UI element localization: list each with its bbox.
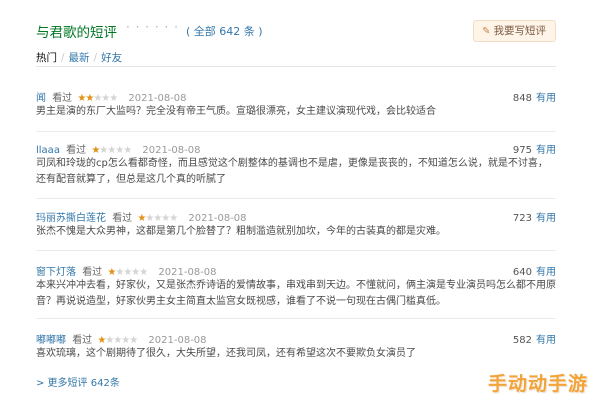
tab-latest[interactable]: 最新 — [69, 52, 90, 64]
useful-button[interactable]: 有用 — [536, 213, 556, 224]
comment-divider — [36, 318, 556, 319]
watched-status: 看过 — [112, 213, 133, 224]
vote-area: 848 有用 — [513, 89, 556, 104]
tabs-underline — [36, 66, 556, 67]
vote-area: 582 有用 — [513, 331, 556, 346]
comment-item: 玛丽苏撕白莲花 看过 ★★★★★ 2021-08-08 723 有用 张杰不愧是大… — [36, 209, 556, 240]
vote-count: 848 — [512, 93, 532, 104]
comment-time: 2021-08-08 — [142, 145, 201, 156]
watermark-logo: 手动动手游 — [487, 373, 588, 395]
comment-text: 张杰不愧是大众男神，这都是第几个脸替了？粗制滥造就别加坎，今年的古装真的都是灾难… — [36, 226, 446, 237]
star-empty-icon: ★ — [109, 93, 118, 104]
total-comments-link[interactable]: ( 全部 642 条 ) — [186, 23, 263, 39]
vote-area: 975 有用 — [513, 141, 556, 156]
tab-friends[interactable]: 好友 — [101, 52, 122, 64]
star-empty-icon: ★ — [139, 267, 148, 278]
comment-item: llaaa 看过 ★★★★★ 2021-08-08 975 有用 司凤和玲珑的cp… — [36, 141, 556, 188]
more-comments-link[interactable]: > 更多短评 642条 — [36, 374, 120, 389]
vote-area: 723 有用 — [513, 209, 556, 224]
tab-separator: / — [93, 52, 98, 64]
vote-area: 640 有用 — [513, 263, 556, 278]
watched-status: 看过 — [82, 267, 103, 278]
sort-tabs: 热门 / 最新 / 好友 — [36, 50, 122, 65]
rating-stars: ★★★★★ — [91, 145, 132, 156]
comment-author[interactable]: 嘟嘟嘟 — [36, 335, 66, 346]
watched-status: 看过 — [52, 93, 73, 104]
write-comment-button[interactable]: ✎ 我要写短评 — [473, 20, 556, 42]
tab-hot[interactable]: 热门 — [36, 52, 57, 64]
write-comment-label: 我要写短评 — [493, 25, 547, 37]
pencil-icon: ✎ — [482, 26, 491, 37]
comment-time: 2021-08-08 — [148, 335, 207, 346]
useful-button[interactable]: 有用 — [536, 335, 556, 346]
rating-stars: ★★★★★ — [97, 335, 138, 346]
comment-meta: 嘟嘟嘟 看过 ★★★★★ 2021-08-08 582 有用 — [36, 331, 556, 346]
comment-text: 男主是演的东厂大监吗？完全没有帝王气质。宣璐很漂亮，女主建议演现代戏，会比较适合 — [36, 106, 436, 117]
comment-item: 窗下灯落 看过 ★★★★★ 2021-08-08 640 有用 本来兴冲冲去看，好… — [36, 263, 556, 310]
watched-status: 看过 — [66, 145, 87, 156]
comment-author[interactable]: 窗下灯落 — [36, 267, 76, 278]
rating-stars: ★★★★★ — [137, 213, 178, 224]
vote-count: 640 — [512, 267, 532, 278]
comment-time: 2021-08-08 — [188, 213, 247, 224]
star-empty-icon: ★ — [169, 213, 178, 224]
star-empty-icon: ★ — [123, 145, 132, 156]
comment-meta: 玛丽苏撕白莲花 看过 ★★★★★ 2021-08-08 723 有用 — [36, 209, 556, 224]
star-empty-icon: ★ — [115, 145, 124, 156]
useful-button[interactable]: 有用 — [536, 145, 556, 156]
useful-button[interactable]: 有用 — [536, 267, 556, 278]
comment-text: 喜欢琉璃，这个剧期待了很久，大失所望，还我司凤，还有希望这次不要欺负女演员了 — [36, 348, 416, 359]
comment-meta: 闻 看过 ★★★★★ 2021-08-08 848 有用 — [36, 89, 556, 104]
star-empty-icon: ★ — [129, 335, 138, 346]
rating-stars: ★★★★★ — [107, 267, 148, 278]
useful-button[interactable]: 有用 — [536, 93, 556, 104]
comment-time: 2021-08-08 — [128, 93, 187, 104]
vote-count: 582 — [512, 335, 532, 346]
watched-status: 看过 — [72, 335, 93, 346]
comment-meta: 窗下灯落 看过 ★★★★★ 2021-08-08 640 有用 — [36, 263, 556, 278]
title-dots: · · · · · · — [126, 20, 179, 34]
tab-separator: / — [61, 52, 65, 64]
comment-item: 闻 看过 ★★★★★ 2021-08-08 848 有用 男主是演的东厂大监吗？完… — [36, 89, 556, 120]
comment-divider — [36, 131, 556, 132]
comments-header: 与君歌的短评 · · · · · · ( 全部 642 条 ) ✎ 我要写短评 — [36, 20, 556, 42]
comment-text: 司凤和玲珑的cp怎么看都奇怪，而且感觉这个剧整体的基调也不是虐，更像是丧丧的，不… — [36, 158, 548, 185]
vote-count: 723 — [512, 213, 532, 224]
comment-author[interactable]: 玛丽苏撕白莲花 — [36, 213, 106, 224]
comment-item: 嘟嘟嘟 看过 ★★★★★ 2021-08-08 582 有用 喜欢琉璃，这个剧期待… — [36, 331, 556, 362]
rating-stars: ★★★★★ — [77, 93, 118, 104]
comment-meta: llaaa 看过 ★★★★★ 2021-08-08 975 有用 — [36, 141, 556, 156]
section-title[interactable]: 与君歌的短评 — [36, 21, 117, 41]
comment-divider — [36, 250, 556, 251]
vote-count: 975 — [512, 145, 532, 156]
comment-author[interactable]: llaaa — [36, 145, 60, 156]
comment-time: 2021-08-08 — [158, 267, 217, 278]
comment-text: 本来兴冲冲去看，好家伙，又是张杰乔诗语的爱情故事，串戏串到天边。不懂就问，俩主演… — [36, 280, 556, 307]
comment-author[interactable]: 闻 — [36, 93, 46, 104]
comment-divider — [36, 198, 556, 199]
